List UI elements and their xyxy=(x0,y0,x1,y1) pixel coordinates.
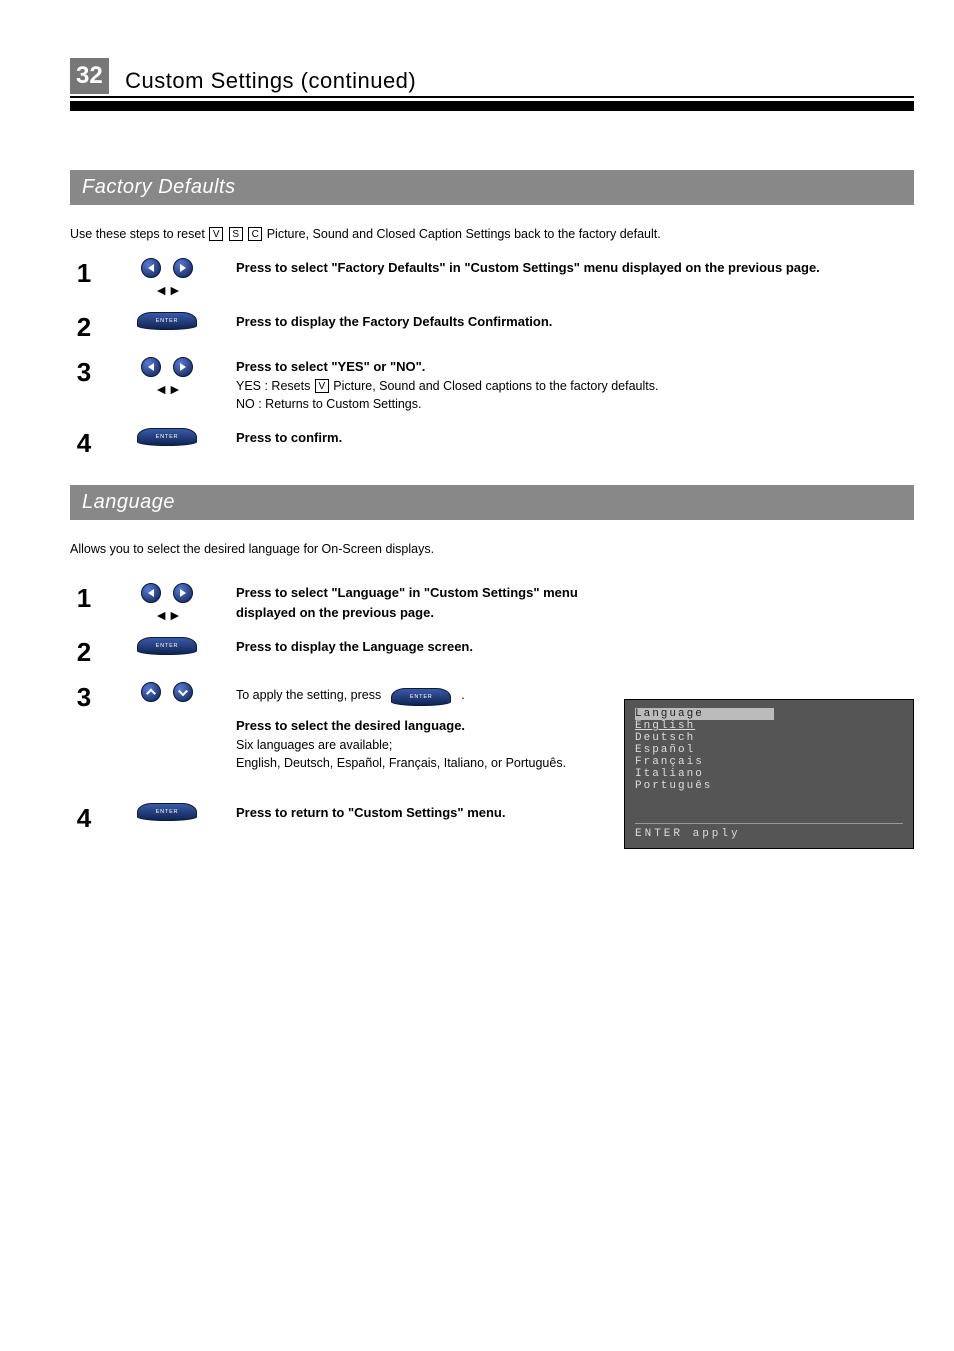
step-text: Press to select "YES" or "NO". xyxy=(236,359,425,374)
left-right-buttons-icon xyxy=(141,357,193,377)
factory-intro: Use these steps to reset V S C Picture, … xyxy=(70,225,914,244)
language-step-2: 2 Press to display the Language screen. xyxy=(70,637,584,668)
factory-step-2: 2 Press to display the Factory Defaults … xyxy=(70,312,914,343)
osd-title: Language xyxy=(635,708,774,720)
arrow-left-right-icon: ◄ ► xyxy=(154,381,180,397)
language-list-intro: Six languages are available; xyxy=(236,736,584,755)
section-bar-factory: Factory Defaults xyxy=(70,170,914,205)
step-text: Press to confirm. xyxy=(236,430,342,445)
boxed-s-icon: S xyxy=(229,227,243,241)
step-extra2: Picture, Sound and Closed captions to th… xyxy=(330,379,659,393)
step-number: 3 xyxy=(70,682,98,713)
step-text: Press to select the desired language. xyxy=(236,718,465,733)
down-button-icon xyxy=(173,682,193,702)
osd-item: Italiano xyxy=(635,768,903,780)
up-button-icon xyxy=(141,682,161,702)
osd-language-screen: Language English Deutsch Español Françai… xyxy=(624,699,914,849)
step-number: 4 xyxy=(70,803,98,834)
step-text: Press to return to "Custom Settings" men… xyxy=(236,805,505,820)
step-extra: YES : Resets xyxy=(236,379,314,393)
factory-step-3: 3 ◄ ► Press to select "YES" or "NO". YES… xyxy=(70,357,914,414)
page-number: 32 xyxy=(70,58,109,94)
language-step-3: 3 To apply the setting, press . Press to… xyxy=(70,682,584,773)
osd-item: Deutsch xyxy=(635,732,903,744)
factory-step-1: 1 ◄ ► Press to select "Factory Defaults"… xyxy=(70,258,914,298)
language-intro: Allows you to select the desired languag… xyxy=(70,540,914,559)
enter-button-icon xyxy=(391,688,451,706)
arrow-left-right-icon: ◄ ► xyxy=(154,607,180,623)
rule-thick xyxy=(70,101,914,111)
osd-item: Português xyxy=(635,780,903,792)
step-text: Press to select "Factory Defaults" in "C… xyxy=(236,260,820,275)
step-number: 4 xyxy=(70,428,98,459)
step-text: Press to select "Language" in "Custom Se… xyxy=(236,585,578,620)
arrow-left-right-icon: ◄ ► xyxy=(154,282,180,298)
page-header: 32 Custom Settings (continued) xyxy=(70,58,914,111)
left-button-icon xyxy=(141,583,161,603)
enter-button-icon xyxy=(137,312,197,330)
step-number: 2 xyxy=(70,312,98,343)
boxed-v-icon: V xyxy=(209,227,223,241)
language-step-4: 4 Press to return to "Custom Settings" m… xyxy=(70,803,584,834)
page-title: Custom Settings (continued) xyxy=(125,68,416,94)
step-number: 1 xyxy=(70,583,98,614)
language-step-1: 1 ◄ ► Press to select "Language" in "Cus… xyxy=(70,583,584,623)
up-down-buttons-icon xyxy=(141,682,193,702)
language-list: English, Deutsch, Español, Français, Ita… xyxy=(236,754,584,773)
left-right-buttons-icon xyxy=(141,583,193,603)
step-text: Press to display the Factory Defaults Co… xyxy=(236,314,552,329)
right-button-icon xyxy=(173,357,193,377)
enter-button-icon xyxy=(137,637,197,655)
osd-item-selected: English xyxy=(635,720,695,732)
left-button-icon xyxy=(141,258,161,278)
boxed-c-icon: C xyxy=(248,227,262,241)
step-number: 1 xyxy=(70,258,98,289)
step-number: 2 xyxy=(70,637,98,668)
right-button-icon xyxy=(173,258,193,278)
osd-apply: ENTER apply xyxy=(635,823,903,840)
enter-button-icon xyxy=(137,803,197,821)
step-number: 3 xyxy=(70,357,98,388)
rule-thin xyxy=(70,96,914,98)
factory-step-4: 4 Press to confirm. xyxy=(70,428,914,459)
right-button-icon xyxy=(173,583,193,603)
left-button-icon xyxy=(141,357,161,377)
boxed-v-icon: V xyxy=(315,379,329,393)
content: Factory Defaults Use these steps to rese… xyxy=(70,170,914,849)
step-extra2: . xyxy=(461,686,464,705)
step-text: Press to display the Language screen. xyxy=(236,639,473,654)
osd-item: Français xyxy=(635,756,903,768)
osd-item: Español xyxy=(635,744,903,756)
step-extra3: NO : Returns to Custom Settings. xyxy=(236,397,422,411)
enter-button-icon xyxy=(137,428,197,446)
step-extra: To apply the setting, press xyxy=(236,686,381,705)
left-right-buttons-icon xyxy=(141,258,193,278)
section-bar-language: Language xyxy=(70,485,914,520)
